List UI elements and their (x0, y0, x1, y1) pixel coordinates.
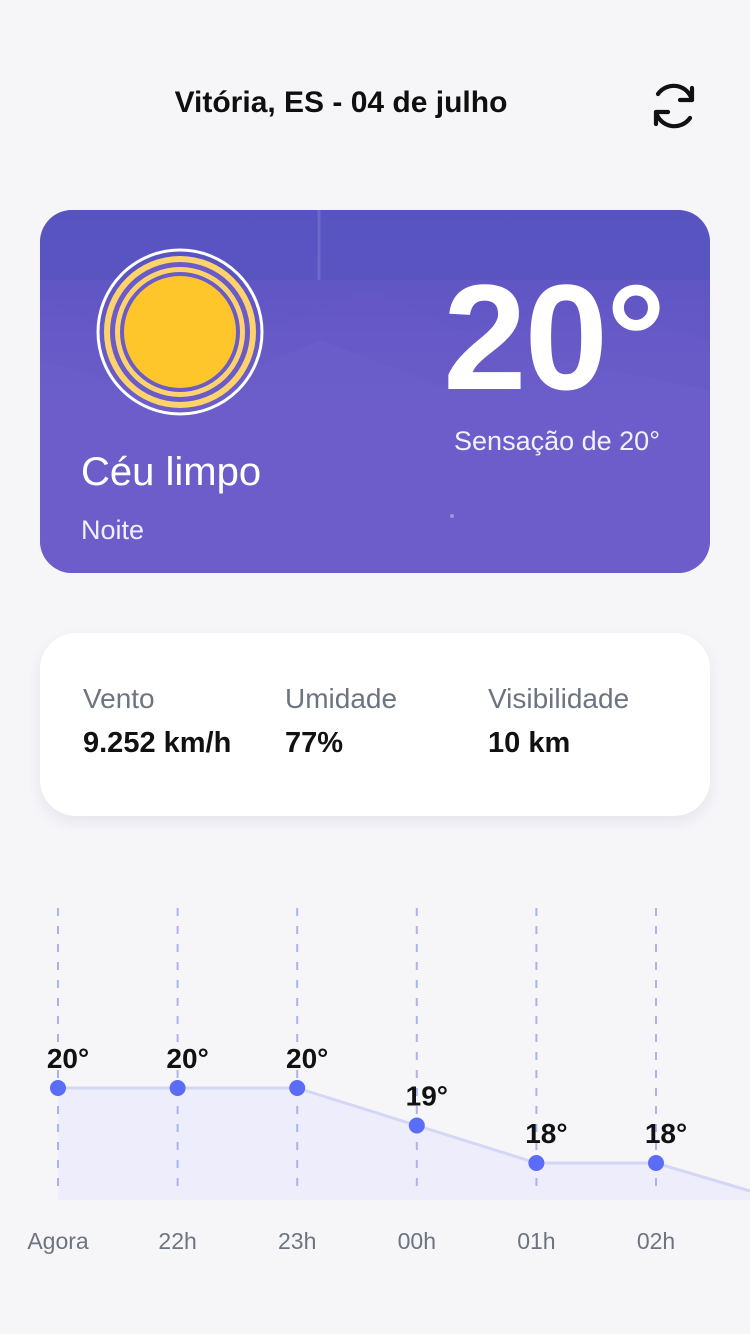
hourly-forecast-chart: 20° Agora 20° 22h 20° 23h 19° 00h 18° 01h 18° 02h (27, 908, 750, 1254)
visibility-detail: Visibilidade 10 km (488, 683, 629, 760)
temperature-label: 18° (645, 1118, 687, 1149)
temperature-point (169, 1080, 186, 1096)
wind-detail: Vento 9.252 km/h (83, 683, 231, 760)
visibility-value: 10 km (488, 727, 571, 759)
current-weather-card: Céu limpo Noite 20° Sensação de 20° (40, 210, 710, 573)
temperature-point (528, 1155, 545, 1171)
temperature-point (408, 1117, 425, 1134)
hour-label: Agora (27, 1228, 89, 1254)
hour-label: 22h (158, 1228, 196, 1254)
header: Vitória, ES - 04 de julho (0, 70, 750, 140)
humidity-label: Umidade (285, 683, 398, 714)
temperature-label: 20° (166, 1043, 208, 1074)
humidity-detail: Umidade 77% (285, 683, 397, 760)
current-temperature: 20° (443, 253, 666, 421)
feels-like-text: Sensação de 20° (454, 426, 660, 456)
visibility-label: Visibilidade (488, 683, 630, 714)
sun-icon (96, 248, 264, 421)
humidity-value: 77% (285, 727, 344, 759)
temperature-point (289, 1080, 306, 1096)
temperature-label: 19° (406, 1081, 448, 1112)
wind-value: 9.252 km/h (83, 727, 232, 759)
hourly-forecast[interactable]: 20° Agora 20° 22h 20° 23h 19° 00h 18° 01h 18° 02h (0, 900, 750, 1280)
hour-label: 01h (517, 1228, 555, 1254)
condition-text: Céu limpo (81, 450, 262, 494)
temperature-point (50, 1080, 66, 1096)
hour-label: 00h (398, 1228, 436, 1254)
temperature-label: 20° (286, 1043, 328, 1074)
weather-screen: Vitória, ES - 04 de julho Céu limpo Noit… (0, 0, 750, 1334)
details-card: Vento 9.252 km/h Umidade 77% Visibilidad… (40, 633, 710, 816)
temperature-label: 20° (47, 1043, 89, 1074)
page-title: Vitória, ES - 04 de julho (174, 86, 508, 119)
period-text: Noite (81, 515, 145, 545)
refresh-icon (653, 83, 695, 129)
temperature-point (648, 1155, 664, 1171)
hour-label: 23h (278, 1228, 316, 1254)
refresh-button[interactable] (640, 76, 708, 136)
hour-label: 02h (637, 1228, 675, 1254)
wind-label: Vento (83, 683, 155, 714)
temperature-label: 18° (525, 1118, 567, 1149)
